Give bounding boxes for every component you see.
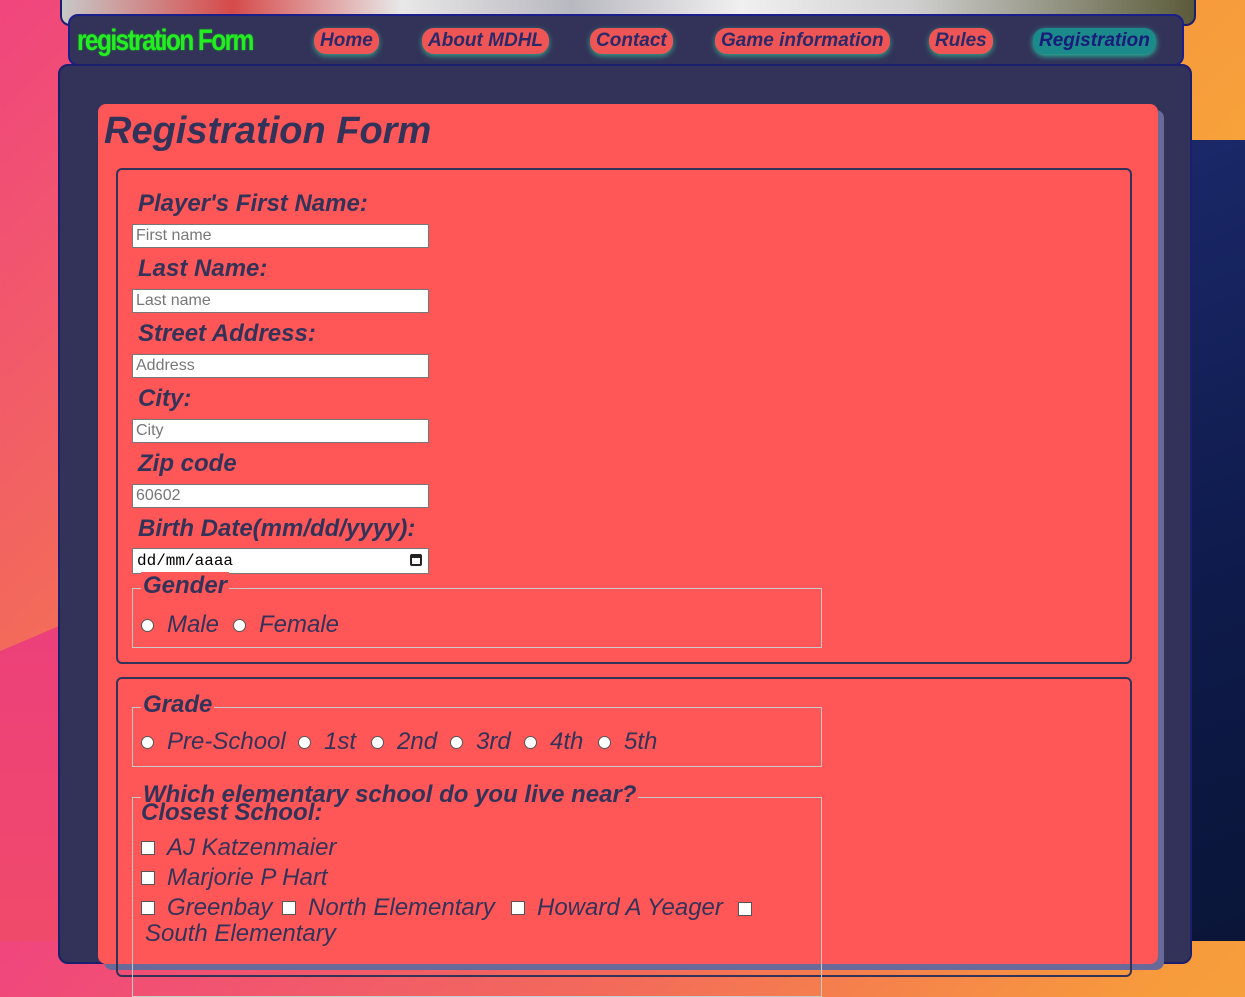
school-south-elementary-label: South Elementary bbox=[145, 920, 336, 947]
nav-contact[interactable]: Contact bbox=[590, 28, 673, 54]
city-input[interactable] bbox=[132, 419, 429, 443]
page-title: Registration Form bbox=[104, 110, 432, 152]
grade-2nd-radio[interactable] bbox=[371, 735, 384, 749]
school-option-aj-katzenmaier[interactable]: AJ Katzenmaier bbox=[141, 834, 336, 862]
school-north-elementary-checkbox[interactable] bbox=[282, 901, 296, 915]
first-name-input[interactable] bbox=[132, 224, 429, 248]
birth-date-label: Birth Date(mm/dd/yyyy): bbox=[138, 515, 416, 542]
gender-female-radio[interactable] bbox=[233, 618, 246, 632]
nav-game-information[interactable]: Game information bbox=[715, 28, 890, 54]
school-north-elementary-label: North Elementary bbox=[308, 894, 495, 921]
navbar: registration Form Home About MDHL Contac… bbox=[68, 14, 1184, 66]
grade-option-1st[interactable]: 1st bbox=[298, 728, 356, 756]
birth-date-value: dd/mm/aaaa bbox=[137, 552, 234, 570]
school-option-greenbay[interactable]: Greenbay bbox=[141, 894, 272, 922]
nav-rules[interactable]: Rules bbox=[929, 28, 993, 54]
gender-option-female[interactable]: Female bbox=[233, 611, 339, 639]
nav-registration[interactable]: Registration bbox=[1033, 28, 1156, 54]
school-marjorie-p-hart-checkbox[interactable] bbox=[141, 871, 155, 885]
school-option-howard-a-yeager[interactable]: Howard A Yeager bbox=[511, 894, 723, 922]
street-address-input[interactable] bbox=[132, 354, 429, 378]
school-marjorie-p-hart-label: Marjorie P Hart bbox=[167, 864, 328, 891]
grade-4th-label: 4th bbox=[550, 728, 584, 755]
gender-female-label: Female bbox=[259, 611, 340, 638]
player-info-section: Player's First Name: Last Name: Street A… bbox=[116, 168, 1132, 664]
zip-code-label: Zip code bbox=[138, 450, 237, 477]
gender-male-label: Male bbox=[167, 611, 220, 638]
school-fieldset: Which elementary school do you live near… bbox=[132, 781, 822, 997]
grade-3rd-label: 3rd bbox=[476, 728, 511, 755]
gender-fieldset: Gender Male Female bbox=[132, 572, 822, 648]
gender-male-radio[interactable] bbox=[141, 618, 154, 632]
birth-date-input[interactable]: dd/mm/aaaa bbox=[132, 548, 429, 574]
grade-option-3rd[interactable]: 3rd bbox=[450, 728, 511, 756]
school-greenbay-label: Greenbay bbox=[167, 894, 273, 921]
street-address-label: Street Address: bbox=[138, 320, 316, 347]
gender-option-male[interactable]: Male bbox=[141, 611, 219, 639]
grade-1st-radio[interactable] bbox=[298, 735, 311, 749]
grade-3rd-radio[interactable] bbox=[450, 735, 463, 749]
school-greenbay-checkbox[interactable] bbox=[141, 901, 155, 915]
closest-school-label: Closest School: bbox=[141, 799, 323, 826]
grade-option-preschool[interactable]: Pre-School bbox=[141, 728, 286, 756]
last-name-input[interactable] bbox=[132, 289, 429, 313]
calendar-icon[interactable] bbox=[410, 554, 422, 566]
grade-4th-radio[interactable] bbox=[524, 735, 537, 749]
grade-1st-label: 1st bbox=[324, 728, 357, 755]
gender-legend: Gender bbox=[141, 572, 230, 600]
school-info-section: Grade Pre-School 1st 2nd 3rd 4th 5th Whi… bbox=[116, 677, 1132, 997]
grade-legend: Grade bbox=[141, 691, 215, 719]
first-name-label: Player's First Name: bbox=[138, 190, 368, 217]
school-howard-a-yeager-label: Howard A Yeager bbox=[537, 894, 723, 921]
grade-preschool-radio[interactable] bbox=[141, 735, 154, 749]
grade-option-4th[interactable]: 4th bbox=[524, 728, 583, 756]
school-aj-katzenmaier-checkbox[interactable] bbox=[141, 841, 155, 855]
school-howard-a-yeager-checkbox[interactable] bbox=[511, 901, 525, 915]
grade-fieldset: Grade Pre-School 1st 2nd 3rd 4th 5th bbox=[132, 691, 822, 767]
registration-form: Registration Form Player's First Name: L… bbox=[98, 104, 1158, 997]
school-option-north-elementary[interactable]: North Elementary bbox=[282, 894, 495, 922]
grade-option-5th[interactable]: 5th bbox=[598, 728, 657, 756]
brand-logo: registration Form bbox=[77, 24, 254, 57]
school-south-elementary-checkbox[interactable] bbox=[738, 902, 752, 916]
grade-preschool-label: Pre-School bbox=[167, 728, 286, 755]
school-option-marjorie-p-hart[interactable]: Marjorie P Hart bbox=[141, 864, 327, 892]
grade-option-2nd[interactable]: 2nd bbox=[371, 728, 437, 756]
grade-2nd-label: 2nd bbox=[397, 728, 438, 755]
grade-5th-label: 5th bbox=[624, 728, 658, 755]
nav-home[interactable]: Home bbox=[314, 28, 379, 54]
school-aj-katzenmaier-label: AJ Katzenmaier bbox=[167, 834, 337, 861]
zip-code-input[interactable] bbox=[132, 484, 429, 508]
nav-about-mdhl[interactable]: About MDHL bbox=[422, 28, 550, 54]
city-label: City: bbox=[138, 385, 192, 412]
last-name-label: Last Name: bbox=[138, 255, 268, 282]
grade-5th-radio[interactable] bbox=[598, 735, 611, 749]
